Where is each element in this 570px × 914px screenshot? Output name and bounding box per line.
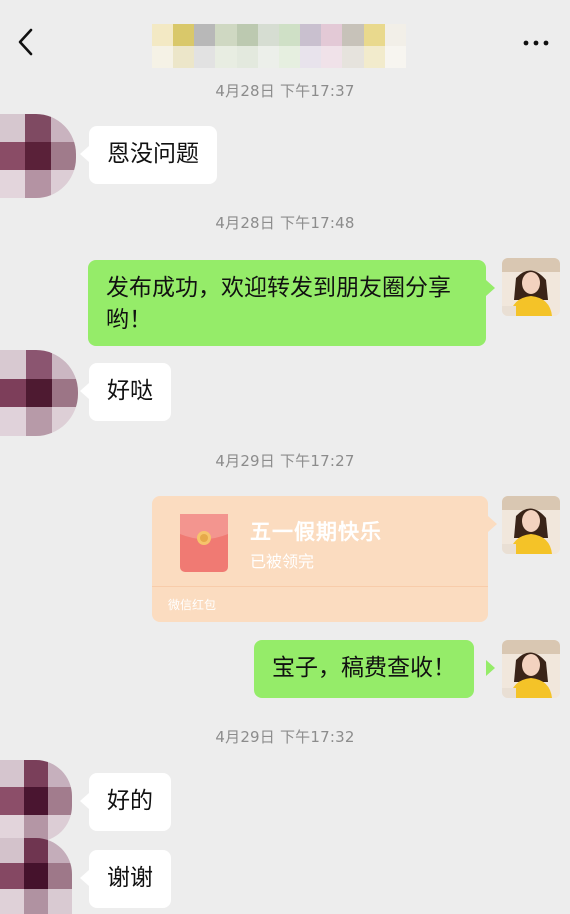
avatar[interactable] — [0, 114, 76, 198]
chat-header — [0, 0, 570, 80]
bubble-tail — [488, 516, 497, 532]
message-bubble[interactable]: 恩没问题 — [89, 126, 217, 184]
avatar[interactable] — [0, 838, 72, 914]
red-packet-brand: 微信红包 — [168, 598, 217, 612]
bubble-tail — [486, 280, 495, 296]
message-bubble[interactable]: 好哒 — [89, 363, 171, 421]
avatar[interactable] — [0, 350, 78, 436]
message-bubble[interactable]: 发布成功，欢迎转发到朋友圈分享哟！ — [88, 260, 486, 346]
timestamp: 4月29日 下午17:27 — [215, 452, 355, 470]
red-packet-title: 五一假期快乐 — [250, 520, 382, 544]
timestamp: 4月28日 下午17:37 — [215, 82, 355, 100]
avatar[interactable] — [0, 760, 72, 842]
bubble-tail — [80, 793, 89, 809]
timestamp: 4月28日 下午17:48 — [215, 214, 355, 232]
red-packet-card[interactable]: 五一假期快乐 已被领完 微信红包 — [152, 496, 488, 622]
more-dots-icon[interactable] — [518, 32, 554, 52]
divider — [152, 586, 488, 587]
bubble-tail — [80, 146, 89, 162]
avatar[interactable] — [502, 496, 560, 554]
chat-title-pixelated — [152, 24, 406, 68]
red-packet-status: 已被领完 — [250, 552, 315, 571]
timestamp: 4月29日 下午17:32 — [215, 728, 355, 746]
bubble-tail — [486, 660, 495, 676]
chevron-left-icon[interactable] — [14, 26, 40, 58]
bubble-tail — [80, 383, 89, 399]
message-bubble[interactable]: 好的 — [89, 773, 171, 831]
red-packet-icon — [180, 514, 228, 572]
avatar[interactable] — [502, 258, 560, 316]
avatar[interactable] — [502, 640, 560, 698]
message-bubble[interactable]: 谢谢 — [89, 850, 171, 908]
bubble-tail — [80, 870, 89, 886]
message-bubble[interactable]: 宝子，稿费查收！ — [254, 640, 474, 698]
